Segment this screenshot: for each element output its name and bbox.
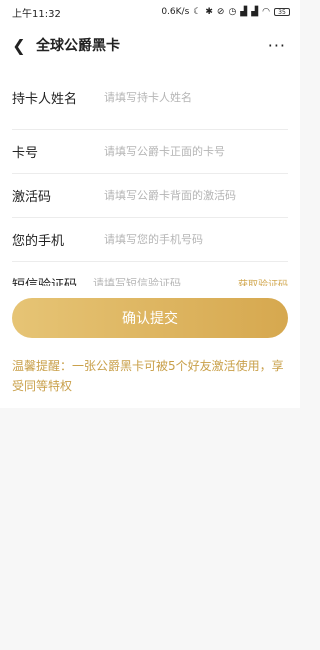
bluetooth-icon: ✱ xyxy=(205,6,213,17)
back-button[interactable]: ❮ xyxy=(8,34,30,56)
card-number-row: 卡号 xyxy=(12,130,288,174)
status-time: 上午11:32 xyxy=(12,8,61,20)
mute-icon: ⊘ xyxy=(216,6,225,17)
phone-row: 您的手机 xyxy=(12,218,288,262)
signal-2-icon: ▟ xyxy=(251,6,259,17)
status-icons: 0.6K/s ☾ ✱ ⊘ ◷ ▟ ▟ ◠ 35 xyxy=(161,7,290,17)
card-number-label: 卡号 xyxy=(12,146,39,161)
alarm-icon: ◷ xyxy=(228,6,237,17)
cardholder-name-label: 持卡人姓名 xyxy=(12,92,78,107)
nav-bar: ❮ 全球公爵黑卡 ··· xyxy=(0,24,300,66)
status-bar: 上午11:32 0.6K/s ☾ ✱ ⊘ ◷ ▟ ▟ ◠ 35 xyxy=(0,0,300,24)
phone-input[interactable] xyxy=(104,233,288,246)
chevron-left-icon: ❮ xyxy=(12,35,26,55)
reminder-text: 温馨提醒：一张公爵黑卡可被5个好友激活使用，享受同等特权 xyxy=(0,338,300,408)
activation-code-row: 激活码 xyxy=(12,174,288,218)
cardholder-name-row: 持卡人姓名 xyxy=(12,66,288,130)
phone-label: 您的手机 xyxy=(12,234,65,249)
page-title: 全球公爵黑卡 xyxy=(36,38,120,54)
battery-icon: 35 xyxy=(274,8,290,16)
activation-code-label: 激活码 xyxy=(12,190,52,205)
submit-button[interactable]: 确认提交 xyxy=(12,298,288,338)
more-options-button[interactable]: ··· xyxy=(264,36,290,55)
moon-icon: ☾ xyxy=(193,6,202,17)
signal-icon: ▟ xyxy=(240,6,248,17)
card-activation-form: 持卡人姓名 卡号 激活码 您的手机 短信验证码 获取验证码 xyxy=(0,66,300,306)
activation-code-input[interactable] xyxy=(104,189,288,202)
wifi-icon: ◠ xyxy=(262,6,270,17)
card-number-input[interactable] xyxy=(104,145,288,158)
cardholder-name-input[interactable] xyxy=(104,91,288,104)
submit-area: 确认提交 xyxy=(0,286,300,338)
battery-level: 35 xyxy=(278,8,286,16)
network-speed: 0.6K/s xyxy=(161,7,190,17)
